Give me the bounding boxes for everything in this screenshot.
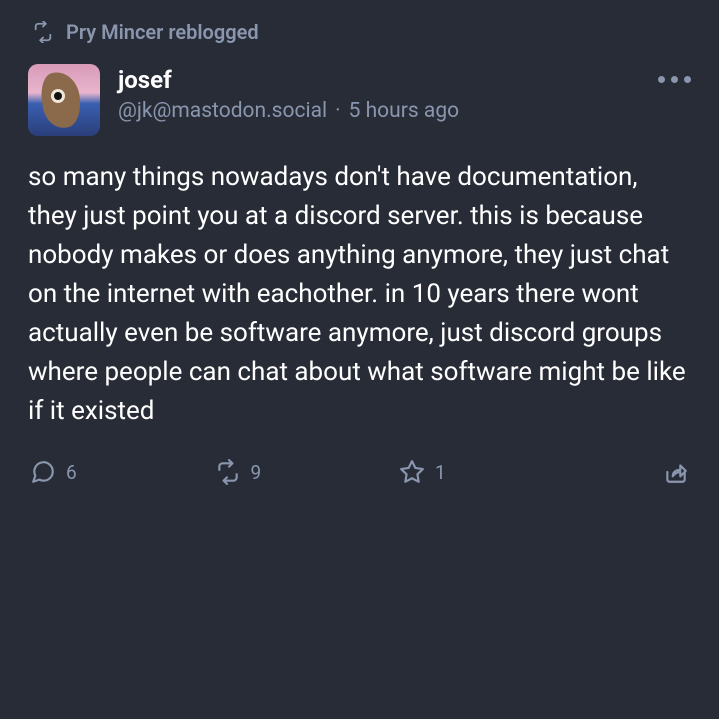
reply-icon: [30, 459, 56, 485]
timestamp: 5 hours ago: [349, 99, 460, 123]
post-body: so many things nowadays don't have docum…: [28, 158, 691, 431]
share-button[interactable]: [663, 459, 689, 485]
boost-count: 9: [251, 461, 262, 484]
action-bar: 6 9: [28, 459, 691, 485]
reblog-attribution[interactable]: Pry Mincer reblogged: [32, 20, 691, 44]
separator-dot: ·: [335, 99, 341, 123]
post-header: josef @jk@mastodon.social · 5 hours ago: [28, 64, 691, 136]
reply-button[interactable]: 6: [30, 459, 215, 485]
author-block[interactable]: josef @jk@mastodon.social · 5 hours ago: [118, 64, 634, 123]
avatar[interactable]: [28, 64, 100, 136]
share-icon: [663, 459, 689, 485]
reblog-icon: [32, 21, 54, 43]
boost-button[interactable]: 9: [215, 459, 400, 485]
handle: @jk@mastodon.social: [118, 99, 327, 123]
reblog-by-label: Pry Mincer reblogged: [66, 20, 259, 44]
favorite-count: 1: [435, 461, 446, 484]
post-card: Pry Mincer reblogged josef @jk@mastodon.…: [0, 0, 719, 503]
more-options-button[interactable]: [652, 72, 691, 87]
display-name: josef: [118, 66, 634, 95]
boost-icon: [215, 459, 241, 485]
favorite-button[interactable]: 1: [399, 459, 597, 485]
star-icon: [399, 459, 425, 485]
reply-count: 6: [66, 461, 77, 484]
